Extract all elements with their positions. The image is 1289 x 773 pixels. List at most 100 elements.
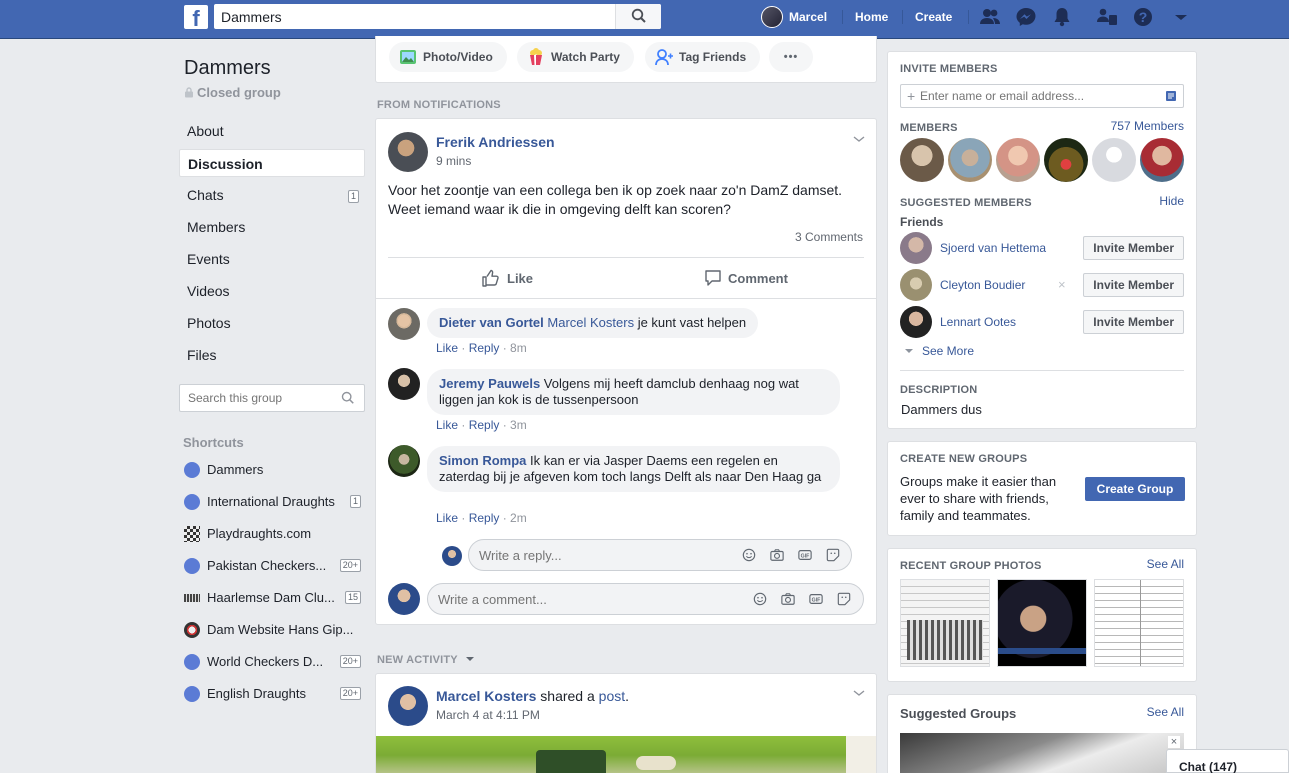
post-link[interactable]: post [599,688,625,704]
sidebar-item-about[interactable]: About [179,117,365,145]
create-group-button[interactable]: Create Group [1085,477,1185,501]
profile-link[interactable]: Marcel [789,0,827,34]
chat-bar[interactable]: Chat (147) [1166,749,1289,773]
post-image[interactable] [376,736,876,773]
comment-time[interactable]: 8m [510,341,527,355]
comment-button[interactable]: Comment [704,269,804,289]
comment-reply-link[interactable]: Reply [469,418,500,432]
post-timestamp[interactable]: 9 mins [436,154,471,168]
sticker-icon[interactable] [836,592,852,606]
shortcut-item[interactable]: Playdraughts.com [183,522,365,546]
sidebar-item-members[interactable]: Members [179,213,365,241]
suggested-member-avatar[interactable] [900,232,932,264]
member-avatar[interactable] [996,138,1040,182]
notifications-icon[interactable] [1051,7,1073,27]
shortcut-item[interactable]: Pakistan Checkers... 20+ [183,554,365,578]
post-author[interactable]: Frerik Andriessen [436,134,555,150]
comment-like-link[interactable]: Like [436,511,458,525]
comment-input[interactable] [428,584,678,614]
shortcut-item[interactable]: English Draughts 20+ [183,682,365,706]
sidebar-item-discussion[interactable]: Discussion [179,149,365,177]
contacts-icon[interactable] [1165,90,1177,102]
global-search-input[interactable] [214,4,614,29]
chevron-down-icon[interactable] [852,134,866,144]
mention-link[interactable]: Marcel Kosters [547,315,634,330]
shortcut-item[interactable]: Dammers [183,458,365,482]
close-icon[interactable]: × [1168,736,1180,748]
search-icon[interactable] [341,391,355,405]
comment-time[interactable]: 2m [510,511,527,525]
comment-author[interactable]: Simon Rompa [439,453,526,468]
comments-count[interactable]: 3 Comments [795,230,863,244]
member-avatar[interactable] [900,138,944,182]
gif-icon[interactable]: GIF [797,548,813,562]
chevron-down-icon[interactable] [852,688,866,698]
home-link[interactable]: Home [855,0,888,34]
comment-author[interactable]: Jeremy Pauwels [439,376,540,391]
author-avatar[interactable] [388,686,428,726]
search-button[interactable] [615,4,661,29]
dismiss-icon[interactable]: × [1058,277,1066,292]
dropdown-icon[interactable] [1170,7,1192,27]
suggested-member-name[interactable]: Cleyton Boudier [940,278,1025,292]
help-icon[interactable]: ? [1132,7,1154,27]
see-all-link[interactable]: See All [1147,705,1184,719]
gif-icon[interactable]: GIF [808,592,824,606]
create-link[interactable]: Create [915,0,952,34]
suggested-group-image[interactable]: × [900,733,1184,773]
member-avatar[interactable] [1140,138,1184,182]
group-photo[interactable] [900,579,990,667]
members-count-link[interactable]: 757 Members [1111,119,1184,133]
see-all-link[interactable]: See All [1147,557,1184,571]
groups-icon[interactable] [1096,7,1118,27]
commenter-avatar[interactable] [388,368,420,400]
sidebar-item-events[interactable]: Events [179,245,365,273]
commenter-avatar[interactable] [388,445,420,477]
tag-friends-button[interactable]: Tag Friends [645,42,761,72]
sidebar-item-files[interactable]: Files [179,341,365,369]
commenter-avatar[interactable] [388,308,420,340]
invite-member-button[interactable]: Invite Member [1083,273,1184,297]
suggested-member-avatar[interactable] [900,269,932,301]
watch-party-button[interactable]: Watch Party [517,42,634,72]
see-more-link[interactable]: See More [904,344,974,358]
sidebar-item-photos[interactable]: Photos [179,309,365,337]
reply-input[interactable] [469,540,719,570]
author-avatar[interactable] [388,132,428,172]
hide-link[interactable]: Hide [1159,194,1184,208]
suggested-member-name[interactable]: Sjoerd van Hettema [940,241,1046,255]
messenger-icon[interactable] [1015,7,1037,27]
comment-time[interactable]: 3m [510,418,527,432]
sticker-icon[interactable] [825,548,841,562]
invite-member-button[interactable]: Invite Member [1083,236,1184,260]
suggested-member-avatar[interactable] [900,306,932,338]
sidebar-item-videos[interactable]: Videos [179,277,365,305]
more-options-button[interactable]: ••• [769,42,813,72]
shortcut-item[interactable]: Haarlemse Dam Clu... 15 [183,586,365,610]
member-avatar-placeholder[interactable] [1092,138,1136,182]
post-author[interactable]: Marcel Kosters [436,688,536,704]
comment-reply-link[interactable]: Reply [469,511,500,525]
comment-like-link[interactable]: Like [436,341,458,355]
post-timestamp[interactable]: March 4 at 4:11 PM [436,708,540,722]
camera-icon[interactable] [769,548,785,562]
comment-author[interactable]: Dieter van Gortel [439,315,544,330]
member-avatar[interactable] [948,138,992,182]
group-photo[interactable] [997,579,1087,667]
sidebar-item-chats[interactable]: Chats 1 [179,181,365,209]
shortcut-item[interactable]: International Draughts 1 [183,490,365,514]
member-avatar[interactable] [1044,138,1088,182]
friends-icon[interactable] [979,7,1001,27]
shortcut-item[interactable]: World Checkers D... 20+ [183,650,365,674]
shortcut-item[interactable]: Dam Website Hans Gip... [183,618,365,642]
emoji-icon[interactable] [752,592,768,606]
photo-video-button[interactable]: Photo/Video [389,42,507,72]
suggested-member-name[interactable]: Lennart Ootes [940,315,1016,329]
facebook-logo-icon[interactable]: f [184,5,208,29]
new-activity-label[interactable]: NEW ACTIVITY [377,654,475,666]
group-name[interactable]: Dammers [184,57,271,80]
profile-avatar[interactable] [761,6,783,28]
invite-member-button[interactable]: Invite Member [1083,310,1184,334]
comment-like-link[interactable]: Like [436,418,458,432]
emoji-icon[interactable] [741,548,757,562]
